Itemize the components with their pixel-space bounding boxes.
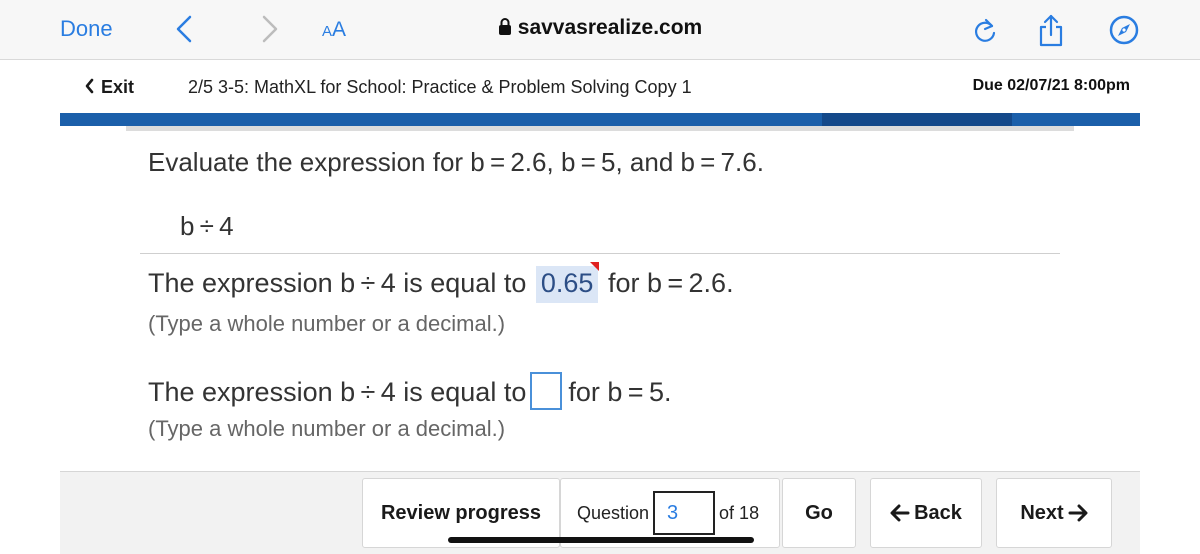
- exit-label: Exit: [101, 77, 135, 97]
- arrow-left-icon: [890, 504, 910, 522]
- incorrect-flag-icon: [590, 262, 600, 271]
- header-band-tab: [822, 113, 1012, 126]
- question-label: Question: [577, 502, 650, 523]
- assignment-header: Exit 2/5 3-5: MathXL for School: Practic…: [0, 60, 1200, 114]
- question-total: of 18: [719, 502, 760, 523]
- answer-2-text-after: for b = 5.: [568, 377, 672, 407]
- answer-1-input[interactable]: 0.65: [535, 262, 600, 303]
- answer-line-1: The expression b ÷ 4 is equal to 0.65 fo…: [148, 262, 734, 303]
- address-bar[interactable]: savvasrealize.com: [0, 16, 1200, 40]
- reload-icon[interactable]: [972, 17, 998, 45]
- answer-1-text-before: The expression b ÷ 4 is equal to: [148, 268, 527, 298]
- next-button[interactable]: Next: [996, 478, 1112, 548]
- arrow-right-icon: [1068, 504, 1088, 522]
- lock-icon: [498, 18, 511, 35]
- url-text: savvasrealize.com: [517, 16, 703, 39]
- answer-2-hint: (Type a whole number or a decimal.): [148, 416, 506, 441]
- answer-2-text-before: The expression b ÷ 4 is equal to: [148, 377, 527, 407]
- assignment-title: 2/5 3-5: MathXL for School: Practice & P…: [188, 77, 692, 97]
- answer-1-hint: (Type a whole number or a decimal.): [148, 311, 506, 336]
- answer-1-text-after: for b = 2.6.: [607, 268, 734, 298]
- go-button[interactable]: Go: [782, 478, 856, 548]
- back-button[interactable]: Back: [870, 478, 982, 548]
- exit-button[interactable]: Exit: [84, 77, 134, 98]
- question-prompt: Evaluate the expression for b = 2.6, b =…: [148, 147, 764, 177]
- answer-1-value: 0.65: [540, 268, 594, 298]
- question-expression: b ÷ 4: [180, 211, 234, 241]
- chevron-left-icon: [85, 78, 94, 94]
- browser-toolbar: Done AA savvasrealize.com: [0, 0, 1200, 60]
- divider: [140, 253, 1060, 254]
- share-icon[interactable]: [1036, 13, 1066, 47]
- home-indicator[interactable]: [448, 537, 754, 543]
- answer-2-input[interactable]: [530, 372, 563, 410]
- next-label: Next: [1020, 501, 1064, 524]
- due-date: Due 02/07/21 8:00pm: [972, 77, 1130, 94]
- compass-icon[interactable]: [1108, 14, 1140, 46]
- back-label: Back: [914, 501, 962, 524]
- question-number-input[interactable]: 3: [653, 491, 716, 535]
- answer-line-2: The expression b ÷ 4 is equal to for b = …: [148, 372, 671, 410]
